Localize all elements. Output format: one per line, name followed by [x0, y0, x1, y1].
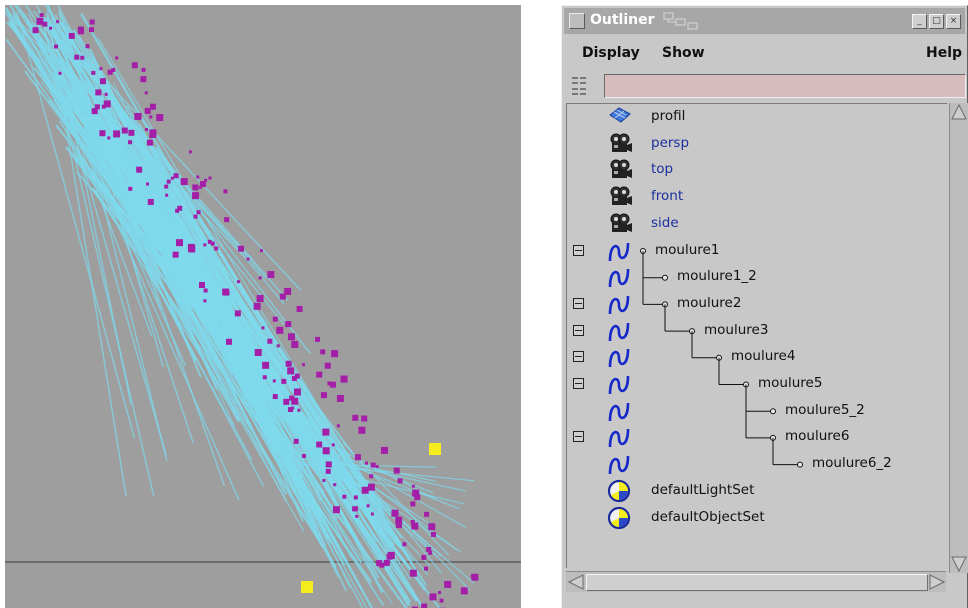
filter-input[interactable] — [604, 74, 966, 98]
tree-item-defaultObjectSet[interactable]: defaultObjectSet — [567, 505, 947, 532]
tree-item-label: moulure1_2 — [677, 268, 757, 285]
filter-options-icon[interactable] — [570, 74, 596, 98]
tree-item-label: moulure6 — [785, 428, 850, 445]
tree-item-label: moulure3 — [704, 321, 769, 338]
tree-item-label: front — [651, 188, 684, 205]
collapse-toggle-icon[interactable] — [573, 297, 584, 309]
tree-item-label: moulure4 — [731, 348, 796, 365]
tree-item-label: moulure2 — [677, 294, 742, 311]
outliner-window: Outliner _ □ × Display Show Help profil … — [561, 5, 968, 608]
nurbs-surface-icon — [607, 105, 633, 131]
tree-item-front[interactable]: front — [567, 184, 947, 211]
tree-item-moulure6[interactable]: moulure6 — [567, 424, 947, 451]
tree-item-label: persp — [651, 134, 690, 151]
tree-item-top[interactable]: top — [567, 157, 947, 184]
camera-icon — [607, 185, 633, 213]
collapse-toggle-icon[interactable] — [573, 244, 584, 256]
menu-show[interactable]: Show — [662, 45, 705, 61]
vertical-scrollbar[interactable] — [949, 103, 968, 573]
wireframe-lines — [5, 5, 475, 608]
scroll-up-icon[interactable] — [950, 103, 968, 121]
camera-icon — [607, 212, 633, 240]
title-bar[interactable]: Outliner _ □ × — [564, 8, 965, 34]
selected-vertex — [429, 443, 441, 455]
tree-item-persp[interactable]: persp — [567, 131, 947, 158]
scroll-right-icon[interactable] — [928, 573, 946, 591]
tree-item-label: top — [651, 161, 674, 178]
menu-display[interactable]: Display — [582, 45, 640, 61]
tree-item-label: side — [651, 214, 679, 231]
minimize-button[interactable]: _ — [912, 14, 927, 29]
camera-icon — [607, 132, 633, 160]
title-decoration-icon — [662, 11, 710, 31]
tree-item-label: moulure6_2 — [812, 455, 892, 472]
tree-item-label: moulure5_2 — [785, 401, 865, 418]
filter-row — [564, 72, 966, 100]
collapse-toggle-icon[interactable] — [573, 378, 584, 389]
collapse-toggle-icon[interactable] — [573, 324, 584, 336]
selected-vertex — [301, 581, 313, 593]
collapse-toggle-icon[interactable] — [573, 351, 584, 363]
scroll-down-icon[interactable] — [950, 555, 968, 573]
close-button[interactable]: × — [946, 14, 961, 29]
outliner-tree: profil persp top front side moulure1 moulure1_… — [566, 103, 947, 568]
tree-item-moulure6_2[interactable]: moulure6_2 — [567, 451, 947, 478]
tree-item-label: moulure5 — [758, 375, 823, 391]
camera-icon — [607, 158, 633, 186]
tree-item-moulure5_2[interactable]: moulure5_2 — [567, 398, 947, 425]
tree-item-label: defaultLightSet — [651, 481, 755, 498]
tree-item-side[interactable]: side — [567, 211, 947, 238]
tree-item-moulure4[interactable]: moulure4 — [567, 344, 947, 371]
tree-item-moulure5[interactable]: moulure5 — [567, 371, 947, 398]
tree-item-profil[interactable]: profil — [567, 104, 947, 131]
horizontal-scrollbar[interactable] — [566, 571, 946, 592]
collapse-toggle-icon[interactable] — [573, 431, 584, 443]
tree-item-label: moulure1 — [655, 241, 720, 258]
viewport-canvas[interactable] — [5, 5, 521, 608]
set-icon — [607, 479, 633, 507]
window-menu-button[interactable] — [569, 13, 585, 29]
tree-item-label: profil — [651, 108, 686, 124]
tree-item-moulure3[interactable]: moulure3 — [567, 318, 947, 345]
set-icon — [607, 506, 633, 534]
menu-help[interactable]: Help — [926, 45, 962, 61]
tree-item-defaultLightSet[interactable]: defaultLightSet — [567, 478, 947, 505]
tree-item-moulure1[interactable]: moulure1 — [567, 238, 947, 265]
window-title: Outliner — [590, 12, 655, 28]
viewport-panel[interactable] — [5, 5, 521, 608]
tree-item-moulure2[interactable]: moulure2 — [567, 291, 947, 318]
maximize-button[interactable]: □ — [929, 14, 944, 29]
menu-bar: Display Show Help — [564, 42, 965, 66]
scroll-left-icon[interactable] — [567, 573, 585, 591]
tree-item-moulure1_2[interactable]: moulure1_2 — [567, 264, 947, 291]
horizontal-scroll-thumb[interactable] — [586, 574, 928, 591]
tree-item-label: defaultObjectSet — [651, 508, 765, 525]
